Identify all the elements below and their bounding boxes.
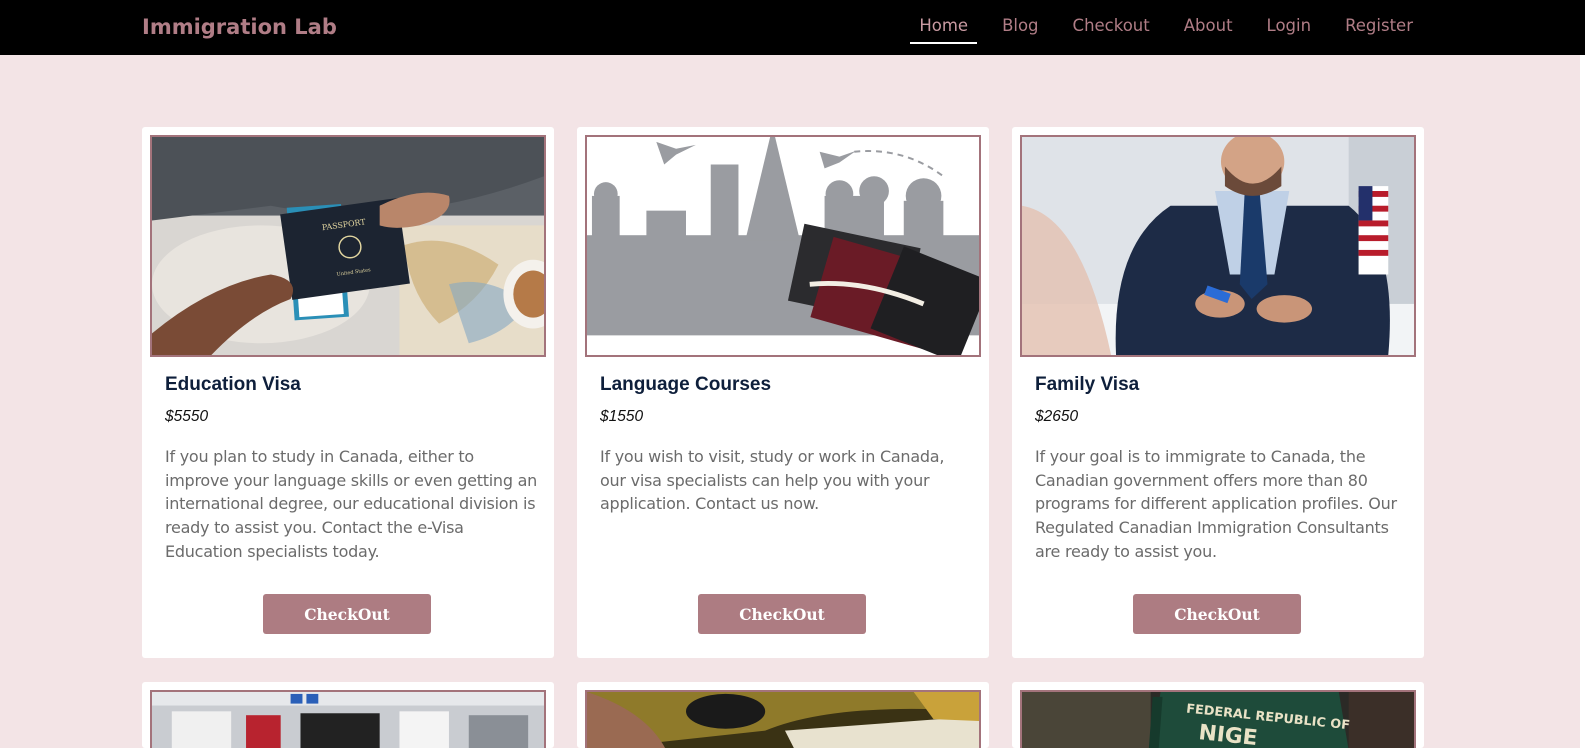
family-visa-image [1020, 135, 1416, 357]
nav-link-blog[interactable]: Blog [985, 0, 1055, 55]
hand-document-image [585, 690, 981, 748]
nav-link-about[interactable]: About [1167, 0, 1250, 55]
nav-link-register[interactable]: Register [1328, 0, 1430, 55]
service-card-education-visa: PASSPORT United States Education Visa $5… [142, 127, 554, 658]
language-courses-image [585, 135, 981, 357]
passport-cover-text-line2: NIGE [1197, 720, 1258, 748]
card-description: If you wish to visit, study or work in C… [600, 447, 945, 514]
card-price: $5550 [165, 408, 209, 425]
service-card-family-visa: Family Visa $2650 If your goal is to imm… [1012, 127, 1424, 658]
card-description: If you plan to study in Canada, either t… [165, 447, 538, 561]
top-navbar: Immigration Lab Home Blog Checkout About… [0, 0, 1585, 55]
checkout-button[interactable]: CheckOut [698, 594, 866, 634]
nigerian-passport-image: FEDERAL REPUBLIC OF NIGE [1020, 690, 1416, 748]
card-price: $1550 [600, 408, 644, 425]
airport-check-in-image [150, 690, 546, 748]
checkout-button[interactable]: CheckOut [1133, 594, 1301, 634]
brand-logo[interactable]: Immigration Lab [142, 15, 337, 39]
nav-link-home[interactable]: Home [902, 0, 985, 55]
nav-link-checkout[interactable]: Checkout [1056, 0, 1167, 55]
page-scrollbar-track[interactable] [1580, 55, 1585, 748]
service-card-partial [577, 682, 989, 748]
card-title: Language Courses [600, 374, 772, 395]
card-description: If your goal is to immigrate to Canada, … [1035, 447, 1397, 561]
card-price: $2650 [1035, 408, 1079, 425]
card-title: Education Visa [165, 374, 301, 395]
card-title: Family Visa [1035, 374, 1140, 395]
education-visa-image: PASSPORT United States [150, 135, 546, 357]
service-card-partial [142, 682, 554, 748]
nav-links: Home Blog Checkout About Login Register [902, 0, 1430, 55]
service-card-partial: FEDERAL REPUBLIC OF NIGE [1012, 682, 1424, 748]
service-card-language-courses: Language Courses $1550 If you wish to vi… [577, 127, 989, 658]
nav-link-login[interactable]: Login [1250, 0, 1329, 55]
checkout-button[interactable]: CheckOut [263, 594, 431, 634]
